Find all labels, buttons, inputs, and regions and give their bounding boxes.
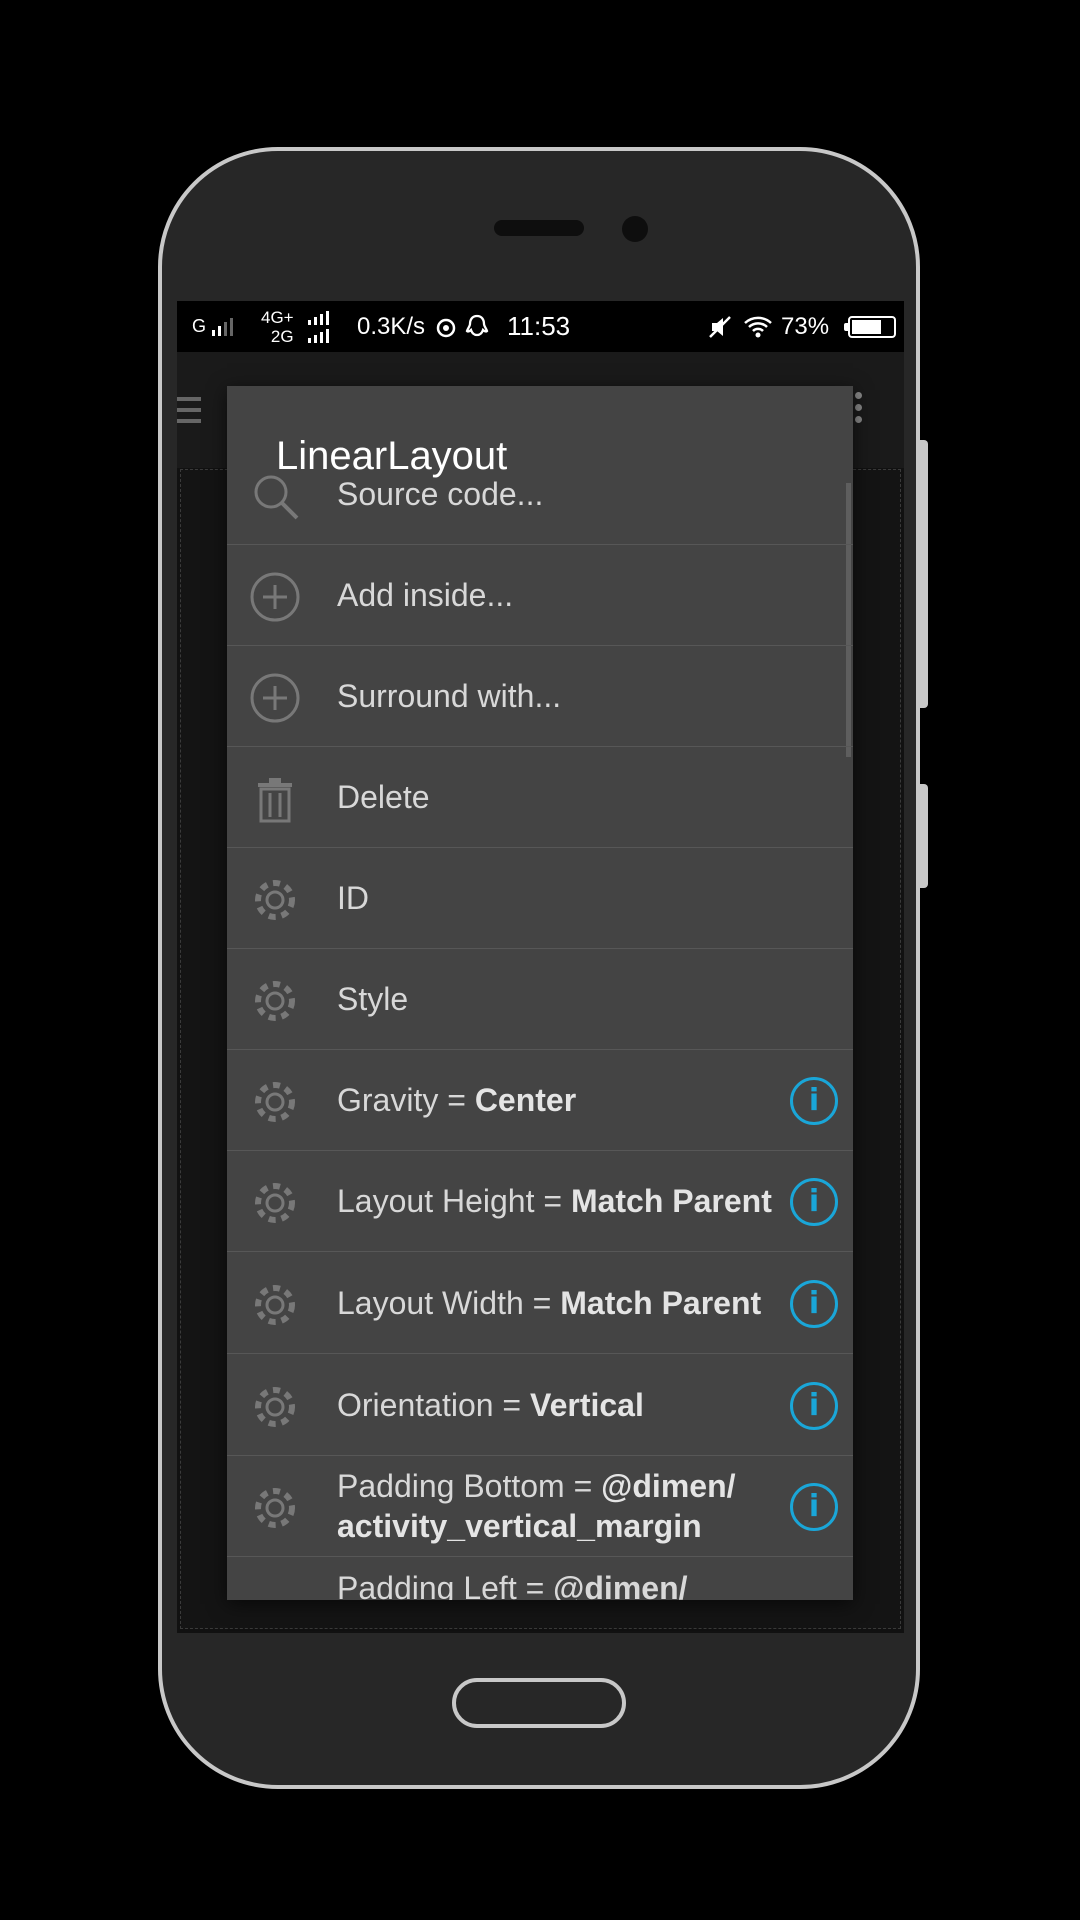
menu-item[interactable]: Add inside... (227, 545, 853, 646)
menu-item[interactable]: Surround with... (227, 646, 853, 747)
gear-icon (249, 1076, 301, 1128)
menu-item[interactable]: Layout Height = Match Parent i (227, 1151, 853, 1252)
gear-icon (249, 1279, 301, 1331)
info-icon[interactable]: i (790, 1483, 838, 1531)
wifi-icon (743, 301, 773, 352)
gear-icon (249, 1482, 301, 1534)
status-bar: G 4G+ 2G 0.3K/s 11:53 73% (177, 301, 904, 352)
battery-percent: 73% (781, 312, 830, 340)
menu-item-label: Add inside... (337, 577, 514, 613)
gear-icon (249, 1177, 301, 1229)
signal-1: G (192, 301, 234, 352)
menu-item[interactable]: ID (227, 848, 853, 949)
menu-item[interactable]: Style (227, 949, 853, 1050)
mute-icon (707, 301, 733, 352)
info-icon[interactable]: i (790, 1178, 838, 1226)
menu-item-label: Orientation = Vertical (337, 1387, 644, 1423)
property-value: Vertical (530, 1387, 644, 1423)
menu-item-label: Style (337, 981, 409, 1017)
network-type-2: 4G+ 2G (261, 307, 294, 346)
hotspot-icon (433, 301, 459, 352)
menu-item-partial[interactable]: Padding Left = @dimen/ (337, 1568, 688, 1600)
property-value: Match Parent (570, 1183, 772, 1219)
power-button (920, 784, 928, 888)
info-icon[interactable]: i (790, 1382, 838, 1430)
property-value: Match Parent (560, 1285, 762, 1321)
menu-item[interactable]: Source code... (227, 444, 853, 545)
phone-screen: G 4G+ 2G 0.3K/s 11:53 73% LinearLayout S… (177, 301, 904, 1633)
home-button[interactable] (452, 1678, 626, 1728)
more-options-icon[interactable] (855, 392, 865, 428)
phone-speaker (494, 220, 584, 236)
menu-item-label: Layout Height = Match Parent (337, 1183, 772, 1219)
menu-item-label: Gravity = Center (337, 1082, 577, 1118)
volume-button (920, 440, 928, 708)
add-circle-icon (249, 571, 301, 623)
network-type-1: G (192, 316, 207, 336)
menu-item-label: Layout Width = Match Parent (337, 1285, 762, 1321)
menu-item[interactable]: Gravity = Center i (227, 1050, 853, 1151)
gear-icon (249, 975, 301, 1027)
signal-bars-2-icon (308, 301, 329, 352)
gear-icon (249, 1381, 301, 1433)
menu-item[interactable]: Layout Width = Match Parent i (227, 1253, 853, 1354)
gear-icon (249, 874, 301, 926)
property-value: Center (474, 1082, 577, 1118)
info-icon[interactable]: i (790, 1280, 838, 1328)
network-speed: 0.3K/s (357, 312, 426, 340)
menu-item-label: Surround with... (337, 678, 562, 714)
signal-bars-icon (212, 317, 234, 336)
context-menu-dialog: LinearLayout Source code... Add inside...… (227, 386, 853, 1600)
menu-item-label: ID (337, 880, 369, 916)
menu-item[interactable]: Delete (227, 747, 853, 848)
front-camera (622, 216, 648, 242)
menu-item-label: Source code... (337, 476, 544, 512)
menu-icon[interactable] (177, 397, 201, 430)
menu-item[interactable]: Orientation = Vertical i (227, 1355, 853, 1456)
add-circle-icon (249, 672, 301, 724)
menu-item[interactable]: Padding Bottom = @dimen/ activity_vertic… (227, 1456, 853, 1557)
qq-icon (464, 301, 490, 352)
menu-item-label: Padding Bottom = @dimen/ activity_vertic… (337, 1468, 736, 1544)
trash-icon (249, 773, 301, 825)
info-icon[interactable]: i (790, 1077, 838, 1125)
battery-icon (844, 301, 896, 352)
menu-item-label: Delete (337, 779, 430, 815)
clock: 11:53 (507, 311, 571, 341)
search-icon (249, 470, 301, 522)
